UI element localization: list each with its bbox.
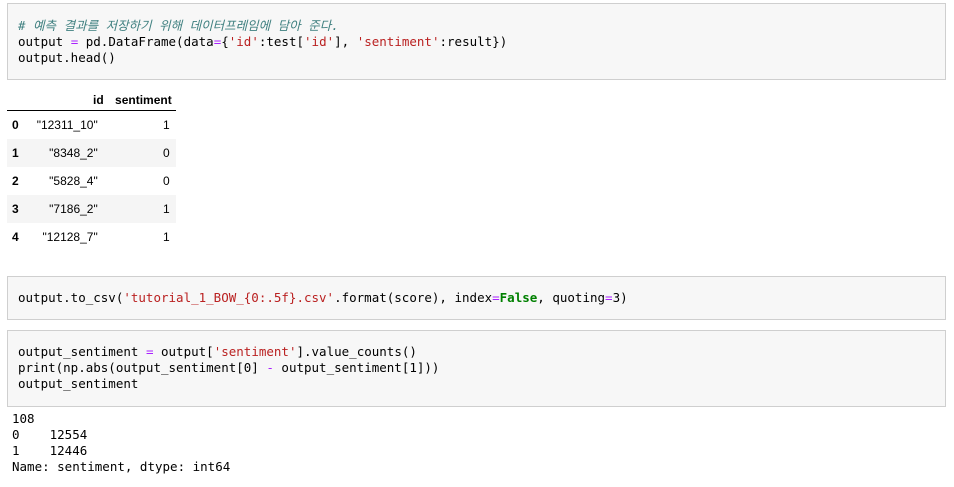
code-line-dataframe: output = pd.DataFrame(data={'id':test['i… <box>18 34 508 49</box>
cell-id: "12128_7" <box>42 230 98 244</box>
code-line-head: output.head() <box>18 50 116 65</box>
code-cell-2[interactable]: output.to_csv('tutorial_1_BOW_{0:.5f}.cs… <box>7 276 946 320</box>
table-row: 4 "12128_7" 1 <box>7 223 176 251</box>
code-line-value-counts: output_sentiment = output['sentiment'].v… <box>18 344 417 359</box>
table-row: 1 "8348_2" 0 <box>7 139 176 167</box>
cell-id: "12311_10" <box>36 118 98 132</box>
cell-sentiment: 1 <box>163 202 170 216</box>
cell-sentiment: 1 <box>163 118 170 132</box>
code-line-to-csv: output.to_csv('tutorial_1_BOW_{0:.5f}.cs… <box>18 290 628 305</box>
dataframe-header-row: id sentiment <box>7 89 176 111</box>
cell-sentiment: 0 <box>163 174 170 188</box>
code-cell-3[interactable]: output_sentiment = output['sentiment'].v… <box>7 330 946 407</box>
code-cell-1[interactable]: # 예측 결과를 저장하기 위해 데이터프레임에 담아 준다. output =… <box>7 3 946 80</box>
cell-id: "7186_2" <box>49 202 98 216</box>
row-index: 0 <box>12 118 19 132</box>
column-header-id: id <box>28 89 108 111</box>
row-index: 2 <box>12 174 19 188</box>
cell-id: "8348_2" <box>49 146 98 160</box>
code-line-print: print(np.abs(output_sentiment[0] - outpu… <box>18 360 440 375</box>
comment-text: # 예측 결과를 저장하기 위해 데이터프레임에 담아 준다. <box>18 18 339 33</box>
table-row: 3 "7186_2" 1 <box>7 195 176 223</box>
output-line: Name: sentiment, dtype: int64 <box>12 459 231 474</box>
code-line-output-sentiment: output_sentiment <box>18 376 139 391</box>
cell-sentiment: 1 <box>163 230 170 244</box>
output-line: 0 12554 <box>12 427 88 442</box>
code-comment-line: # 예측 결과를 저장하기 위해 데이터프레임에 담아 준다. <box>8 18 945 34</box>
table-row: 2 "5828_4" 0 <box>7 167 176 195</box>
row-index: 1 <box>12 146 19 160</box>
index-header <box>7 89 29 111</box>
output-line: 108 <box>12 411 35 426</box>
row-index: 4 <box>12 230 19 244</box>
table-row: 0 "12311_10" 1 <box>7 111 176 140</box>
cell-id: "5828_4" <box>49 174 98 188</box>
cell-3-output: 108 0 12554 1 12446 Name: sentiment, dtype:… <box>12 411 230 475</box>
output-line: 1 12446 <box>12 443 88 458</box>
row-index: 3 <box>12 202 19 216</box>
column-header-sentiment: sentiment <box>107 89 176 111</box>
dataframe-output: id sentiment 0 "12311_10" 1 1 "8348_2" 0… <box>7 89 176 251</box>
cell-sentiment: 0 <box>163 146 170 160</box>
